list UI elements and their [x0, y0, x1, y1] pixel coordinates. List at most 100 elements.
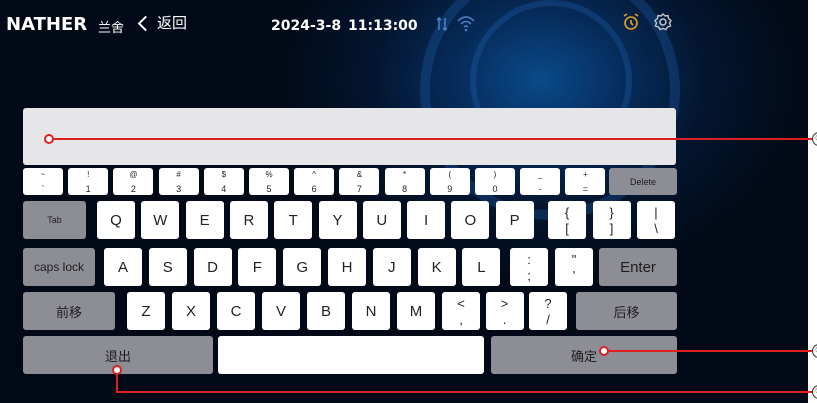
key-base-symbol: ,	[459, 312, 463, 327]
key-letter: R	[243, 211, 255, 229]
text-input-field[interactable]	[23, 108, 676, 165]
key-3[interactable]: #3	[158, 168, 199, 195]
key-a[interactable]: A	[104, 248, 142, 286]
key-letter: P	[509, 211, 520, 229]
key-h[interactable]: H	[328, 248, 366, 286]
key-shift-symbol: <	[457, 296, 465, 311]
key-symbol[interactable]: <,	[442, 292, 480, 330]
key-b[interactable]: B	[307, 292, 345, 330]
key-w[interactable]: W	[141, 201, 180, 239]
enter-key[interactable]: Enter	[599, 248, 677, 286]
key-k[interactable]: K	[417, 248, 456, 286]
delete-key[interactable]: Delete	[609, 168, 677, 195]
key-m[interactable]: M	[397, 292, 435, 330]
key-shift-symbol: #	[176, 170, 181, 179]
key-base-symbol: [	[565, 221, 569, 236]
alarm-icon[interactable]	[621, 12, 641, 32]
space-key[interactable]	[218, 336, 484, 374]
key-o[interactable]: O	[451, 201, 490, 239]
key-i[interactable]: I	[407, 201, 446, 239]
status-date: 2024-3-8	[271, 18, 342, 34]
key-letter: F	[252, 258, 262, 276]
key-l[interactable]: L	[462, 248, 501, 286]
key-j[interactable]: J	[372, 248, 411, 286]
move-right-key[interactable]: 后移	[576, 292, 677, 330]
signal-icon	[436, 16, 448, 32]
key-6[interactable]: ^ 6	[294, 168, 335, 195]
key-shift-symbol: +	[583, 170, 588, 179]
key-q[interactable]: Q	[97, 201, 135, 239]
key-symbol[interactable]: }]	[592, 201, 631, 239]
key-shift-symbol: |	[654, 205, 658, 220]
key-d[interactable]: D	[193, 248, 232, 286]
key-shift-symbol: %	[265, 170, 273, 179]
key-symbol[interactable]: ? /	[529, 292, 567, 330]
key-n[interactable]: N	[352, 292, 390, 330]
key-shift-symbol: ?	[544, 296, 552, 311]
key-symbol[interactable]: " '	[555, 248, 593, 286]
key-base-symbol: -	[538, 184, 542, 194]
confirm-key[interactable]: 确定	[491, 336, 677, 374]
key-v[interactable]: V	[262, 292, 300, 330]
key-letter: S	[162, 258, 173, 276]
tab-key[interactable]: Tab	[23, 201, 86, 239]
key-shift-symbol: }	[609, 205, 614, 220]
key-c[interactable]: C	[217, 292, 255, 330]
key-e[interactable]: E	[185, 201, 224, 239]
settings-gear-icon[interactable]	[653, 12, 673, 32]
key-x[interactable]: X	[172, 292, 210, 330]
key-shift-symbol: $	[221, 170, 227, 179]
key-shift-symbol: !	[87, 170, 90, 179]
key-letter: G	[296, 258, 309, 276]
key-g[interactable]: G	[283, 248, 322, 286]
key-letter: B	[320, 302, 331, 320]
move-left-key[interactable]: 前移	[23, 292, 115, 330]
key-base-symbol: 2	[130, 184, 136, 194]
key-symbol[interactable]: :;	[510, 248, 548, 286]
key-shift-symbol: &	[356, 170, 363, 179]
key-base-symbol: 8	[402, 184, 408, 194]
key-t[interactable]: T	[274, 201, 313, 239]
key-base-symbol: '	[572, 268, 576, 283]
key-s[interactable]: S	[148, 248, 187, 286]
callout-label-1: ①	[812, 132, 817, 146]
key-shift-symbol: )	[493, 170, 497, 179]
key-base-symbol: .	[502, 312, 507, 327]
key-1[interactable]: ! 1	[68, 168, 109, 195]
key-5[interactable]: % 5	[249, 168, 289, 195]
key-r[interactable]: R	[229, 201, 268, 239]
key-letter: J	[388, 258, 396, 276]
key-y[interactable]: Y	[318, 201, 357, 239]
key-2[interactable]: @2	[113, 168, 154, 195]
key-base-symbol: 5	[266, 184, 272, 194]
status-time: 11:13:00	[348, 18, 418, 34]
key-symbol[interactable]: >.	[485, 292, 524, 330]
key-letter: L	[477, 258, 486, 276]
callout-label-3: ③	[812, 385, 817, 399]
key-u[interactable]: U	[362, 201, 401, 239]
key-letter: Q	[110, 211, 122, 229]
key-shift-symbol: "	[571, 252, 577, 267]
key-letter: T	[288, 211, 298, 229]
key-4[interactable]: $4	[203, 168, 244, 195]
key-base-symbol: \	[654, 221, 658, 236]
key--[interactable]: _ -	[520, 168, 561, 195]
key-p[interactable]: P	[495, 201, 534, 239]
move-right-label: 后移	[613, 304, 640, 320]
key-letter: I	[424, 211, 429, 229]
key-letter: C	[230, 302, 242, 320]
confirm-key-label: 确定	[570, 348, 597, 364]
key-0[interactable]: ) 0	[475, 168, 515, 195]
key-9[interactable]: (9	[429, 168, 470, 195]
key-symbol[interactable]: {[	[548, 201, 586, 239]
key-8[interactable]: * 8	[384, 168, 425, 195]
key-f[interactable]: F	[238, 248, 277, 286]
back-button[interactable]: 返回	[137, 12, 187, 33]
key-`[interactable]: ~ `	[23, 168, 63, 195]
exit-key[interactable]: 退出	[23, 336, 213, 374]
key-symbol[interactable]: | \	[637, 201, 675, 239]
key-7[interactable]: & 7	[339, 168, 380, 195]
caps-lock-key[interactable]: caps lock	[23, 248, 95, 286]
key-z[interactable]: Z	[127, 292, 165, 330]
key-=[interactable]: + =	[565, 168, 606, 195]
